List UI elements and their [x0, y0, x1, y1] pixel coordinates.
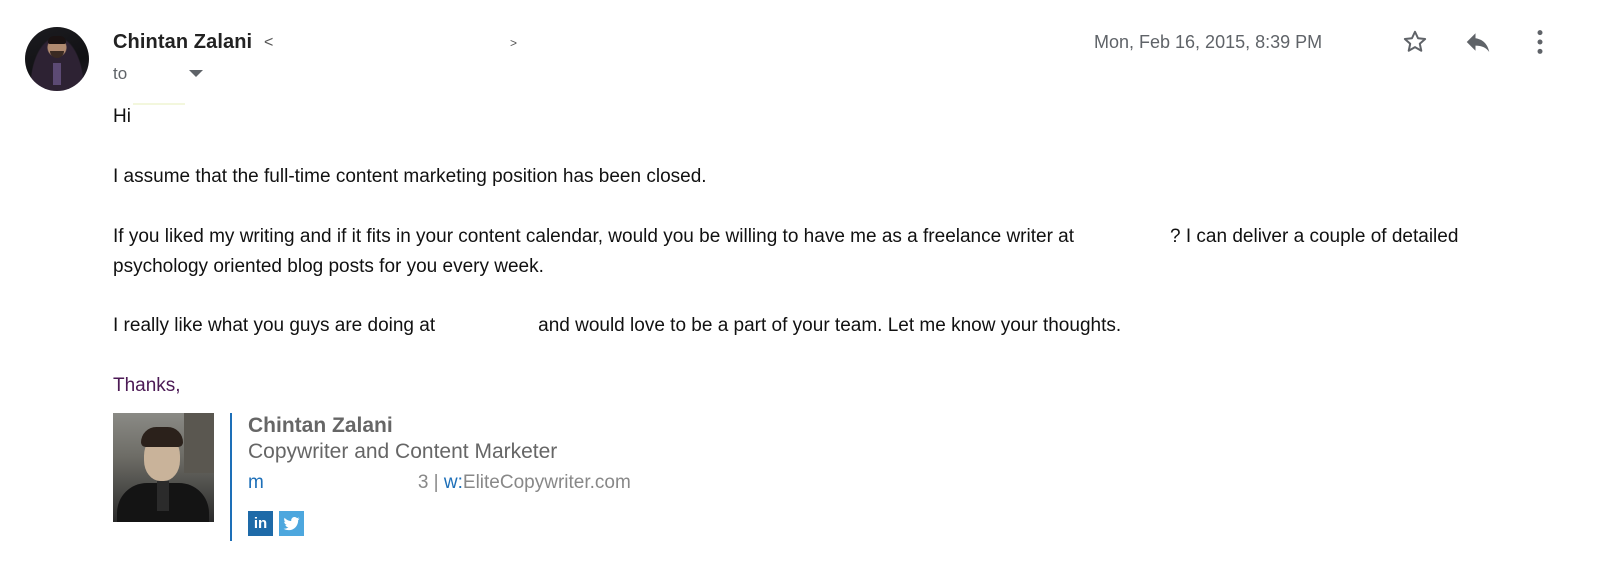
avatar-hair: [48, 36, 66, 44]
website-link[interactable]: EliteCopywriter.com: [463, 472, 631, 493]
para3-text-start: I really like what you guys are doing at: [113, 315, 436, 336]
star-icon: [1403, 30, 1427, 52]
mobile-tail: 3: [417, 472, 429, 493]
sender-address-open-bracket: <: [264, 34, 274, 51]
para2-text-end: ? I can deliver a couple of detailed: [1170, 226, 1459, 247]
chevron-down-icon[interactable]: [189, 70, 203, 77]
signature-photo: [113, 413, 214, 522]
signature-title: Copywriter and Content Marketer: [248, 440, 558, 463]
body-paragraph-2-line-2: psychology oriented blog posts for you e…: [113, 256, 544, 277]
photo-hair: [141, 427, 183, 447]
reply-button[interactable]: [1462, 26, 1494, 58]
more-options-button[interactable]: [1524, 26, 1556, 58]
sender-avatar[interactable]: [25, 27, 89, 91]
linkedin-icon[interactable]: in: [248, 511, 273, 536]
mobile-label: m: [248, 472, 264, 493]
body-paragraph-3: I really like what you guys are doing at…: [113, 311, 1121, 341]
signature-contact-line: m 3 | w:EliteCopywriter.com: [248, 472, 631, 494]
contact-separator: |: [428, 472, 444, 493]
avatar-beard: [50, 51, 64, 58]
para2-text-start: If you liked my writing and if it fits i…: [113, 226, 1075, 247]
avatar-collar: [53, 63, 61, 85]
greeting-text: Hi: [113, 106, 131, 127]
para3-text-end: and would love to be a part of your team…: [538, 315, 1122, 336]
signature-name: Chintan Zalani: [248, 414, 393, 437]
more-vert-icon: [1537, 30, 1543, 54]
recipient-redaction: [133, 103, 185, 105]
twitter-icon[interactable]: [279, 511, 304, 536]
linkedin-glyph: in: [253, 515, 268, 532]
twitter-bird-glyph: [283, 517, 300, 531]
closing-text: Thanks,: [113, 375, 181, 396]
body-paragraph-1: I assume that the full-time content mark…: [113, 166, 707, 187]
website-label: w:: [443, 472, 463, 493]
signature-divider: [230, 413, 232, 541]
reply-icon: [1466, 33, 1490, 52]
sender-name[interactable]: Chintan Zalani: [113, 31, 252, 54]
message-date: Mon, Feb 16, 2015, 8:39 PM: [1094, 32, 1323, 52]
sender-address-close-bracket: >: [510, 36, 518, 50]
star-button[interactable]: [1399, 26, 1431, 58]
photo-background: [184, 413, 214, 473]
body-paragraph-2-line-1: If you liked my writing and if it fits i…: [113, 222, 1458, 252]
photo-shirt: [157, 481, 169, 511]
recipient-label: to: [113, 64, 128, 83]
